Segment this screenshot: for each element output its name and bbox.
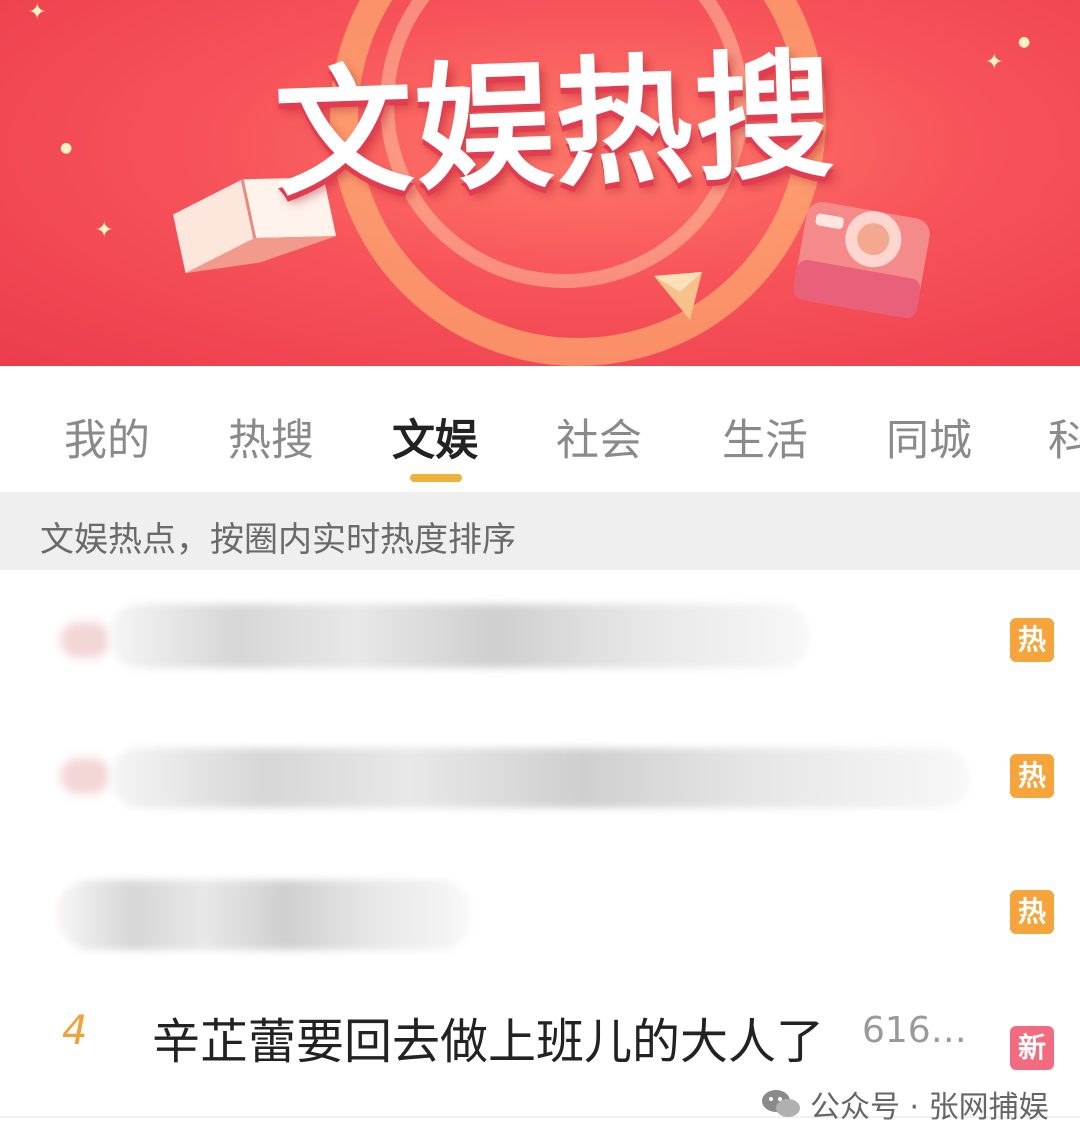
heat-value: 616…	[862, 1010, 967, 1051]
hot-badge: 热	[1010, 754, 1054, 798]
sparkle-icon: ✦	[28, 0, 47, 25]
redacted-title	[110, 748, 970, 808]
hot-badge: 热	[1010, 618, 1054, 662]
wechat-icon	[762, 1090, 800, 1117]
banner-title: 文娱热搜	[272, 35, 838, 216]
redacted-title	[60, 880, 470, 950]
redacted-rank	[60, 758, 110, 794]
hot-search-banner: ✦ ✦ ✦ ● ● 文娱热搜	[0, 0, 1080, 366]
new-badge: 新	[1010, 1026, 1054, 1070]
active-tab-indicator	[410, 474, 462, 482]
sparkle-icon: ●	[1018, 34, 1031, 50]
category-tab-bar: 我的 热搜 文娱 社会 生活 同城 科	[0, 366, 1080, 490]
list-item[interactable]: 热	[0, 708, 1080, 846]
watermark-text: 公众号 · 张网捕娱	[810, 1090, 1049, 1125]
watermark: 公众号 · 张网捕娱	[760, 1082, 1049, 1126]
redacted-title	[110, 604, 810, 668]
list-item-title[interactable]: 辛芷蕾要回去做上班儿的大人了	[152, 1002, 824, 1072]
tab-society[interactable]: 社会	[556, 406, 642, 468]
tab-tech[interactable]: 科	[1048, 406, 1080, 468]
tab-local[interactable]: 同城	[886, 406, 972, 468]
ranking-hint-text: 文娱热点，按圈内实时热度排序	[40, 520, 516, 560]
redacted-rank	[60, 622, 110, 658]
tab-mine[interactable]: 我的	[64, 406, 150, 468]
sparkle-icon: ●	[60, 140, 73, 156]
camera-icon	[793, 201, 930, 319]
tab-hot-search[interactable]: 热搜	[228, 406, 314, 468]
sparkle-icon: ✦	[985, 50, 1004, 75]
list-item[interactable]: 热	[0, 844, 1080, 982]
hot-badge: 热	[1010, 890, 1054, 934]
tab-life[interactable]: 生活	[722, 406, 808, 468]
diamond-icon	[654, 272, 702, 320]
ranking-hint-bar: 文娱热点，按圈内实时热度排序	[0, 492, 1080, 570]
rank-number: 4	[62, 1008, 88, 1054]
tab-entertainment[interactable]: 文娱	[392, 406, 478, 468]
list-item[interactable]: 热	[0, 572, 1080, 710]
sparkle-icon: ✦	[95, 218, 114, 243]
